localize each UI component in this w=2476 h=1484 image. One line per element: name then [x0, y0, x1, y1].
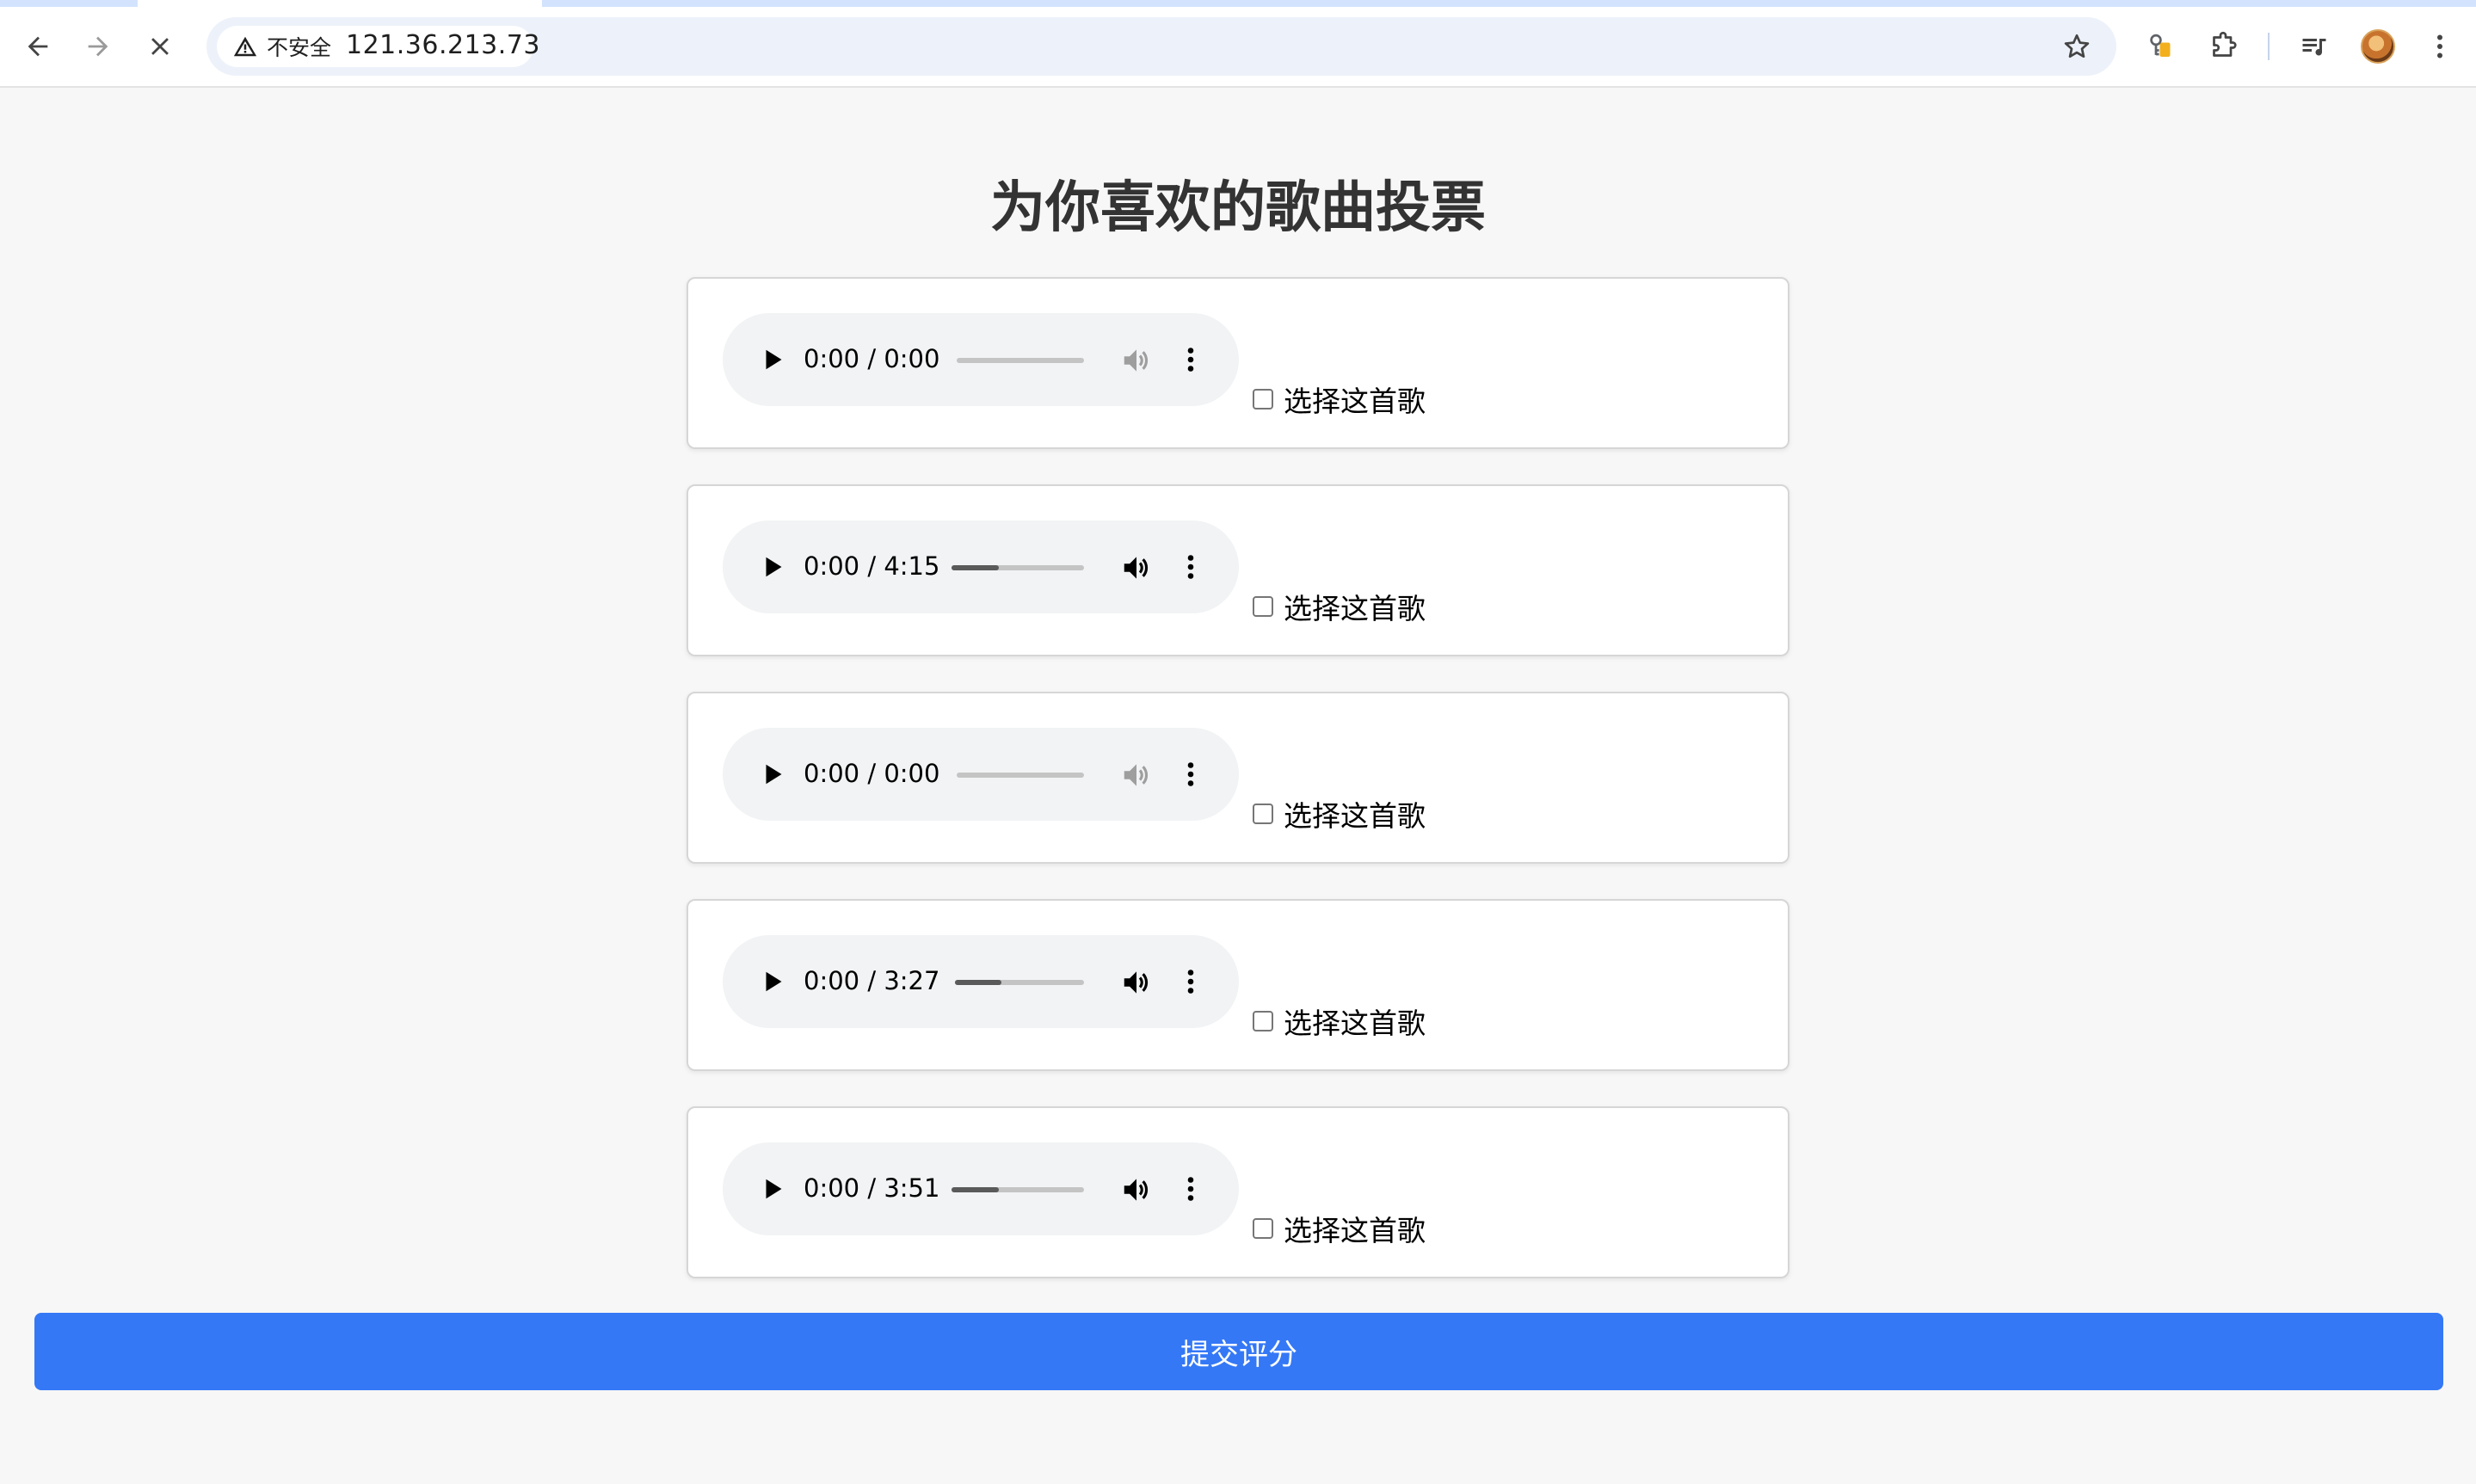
volume-icon[interactable]	[1120, 551, 1153, 584]
submit-button[interactable]: 提交评分	[34, 1313, 2443, 1390]
back-arrow-icon	[28, 36, 48, 57]
select-song-option[interactable]: 选择这首歌	[1253, 586, 1426, 627]
password-key-button[interactable]	[2142, 28, 2180, 65]
song-card: 0:00 / 3:51 选择这首歌	[687, 1106, 1789, 1278]
more-vert-icon[interactable]	[1175, 759, 1206, 790]
select-song-checkbox[interactable]	[1253, 596, 1273, 617]
song-card: 0:00 / 4:15 选择这首歌	[687, 484, 1789, 656]
seek-slider-fill	[952, 1187, 999, 1192]
back-button[interactable]	[19, 28, 57, 65]
puzzle-icon	[2213, 31, 2237, 57]
forward-arrow-icon	[88, 36, 108, 57]
key-icon	[2150, 34, 2171, 57]
select-song-label: 选择这首歌	[1284, 799, 1426, 833]
select-song-checkbox[interactable]	[1253, 1011, 1273, 1031]
select-song-label: 选择这首歌	[1284, 1214, 1426, 1247]
select-song-label: 选择这首歌	[1284, 592, 1426, 625]
tab-strip-edge	[542, 0, 2476, 7]
audio-player[interactable]: 0:00 / 0:00	[723, 313, 1239, 406]
browser-toolbar: 不安全 121.36.213.73	[0, 0, 2476, 88]
media-control-button[interactable]	[2295, 28, 2333, 65]
time-display: 0:00 / 3:51	[804, 1173, 940, 1203]
stop-loading-button[interactable]	[141, 28, 179, 65]
address-bar[interactable]: 不安全 121.36.213.73	[206, 17, 2116, 76]
more-vert-icon[interactable]	[1175, 1173, 1206, 1204]
play-icon[interactable]	[757, 966, 788, 997]
tab-strip-edge	[0, 0, 138, 7]
play-icon[interactable]	[757, 344, 788, 375]
time-display: 0:00 / 0:00	[804, 344, 940, 373]
audio-player[interactable]: 0:00 / 3:27	[723, 935, 1239, 1028]
star-icon[interactable]	[2061, 31, 2092, 62]
select-song-option[interactable]: 选择这首歌	[1253, 379, 1426, 420]
more-vert-icon[interactable]	[1175, 344, 1206, 375]
select-song-label: 选择这首歌	[1284, 385, 1426, 418]
volume-icon[interactable]	[1120, 966, 1153, 999]
seek-slider[interactable]	[957, 773, 1084, 778]
volume-icon[interactable]	[1120, 344, 1153, 377]
more-vert-icon[interactable]	[1175, 551, 1206, 582]
close-icon	[151, 38, 169, 55]
select-song-label: 选择这首歌	[1284, 1007, 1426, 1040]
more-vert-icon[interactable]	[1175, 966, 1206, 997]
time-display: 0:00 / 4:15	[804, 551, 940, 581]
seek-slider[interactable]	[955, 980, 1084, 985]
play-icon[interactable]	[757, 1173, 788, 1204]
song-card: 0:00 / 0:00 选择这首歌	[687, 277, 1789, 449]
extensions-button[interactable]	[2204, 28, 2242, 65]
volume-icon[interactable]	[1120, 759, 1153, 791]
security-label: 不安全	[267, 35, 332, 60]
more-vert-icon	[2437, 34, 2442, 58]
avatar[interactable]	[2361, 29, 2395, 64]
toolbar-separator	[2268, 33, 2270, 60]
page-title: 为你喜欢的歌曲投票	[990, 176, 1486, 240]
time-display: 0:00 / 0:00	[804, 759, 940, 788]
select-song-checkbox[interactable]	[1253, 1218, 1273, 1239]
select-song-option[interactable]: 选择这首歌	[1253, 1001, 1426, 1042]
seek-slider[interactable]	[952, 1187, 1084, 1192]
forward-button[interactable]	[79, 28, 117, 65]
warning-icon	[233, 36, 257, 57]
song-card: 0:00 / 3:27 选择这首歌	[687, 899, 1789, 1071]
audio-player[interactable]: 0:00 / 3:51	[723, 1142, 1239, 1235]
browser-menu-button[interactable]	[2421, 28, 2459, 65]
song-card: 0:00 / 0:00 选择这首歌	[687, 692, 1789, 864]
url-text[interactable]: 121.36.213.73	[346, 30, 540, 60]
volume-icon[interactable]	[1120, 1173, 1153, 1206]
audio-player[interactable]: 0:00 / 4:15	[723, 520, 1239, 613]
seek-slider-fill	[955, 980, 1001, 985]
time-display: 0:00 / 3:27	[804, 966, 940, 995]
audio-player[interactable]: 0:00 / 0:00	[723, 728, 1239, 821]
seek-slider[interactable]	[952, 565, 1084, 570]
select-song-option[interactable]: 选择这首歌	[1253, 1208, 1426, 1249]
play-icon[interactable]	[757, 551, 788, 582]
select-song-checkbox[interactable]	[1253, 389, 1273, 409]
select-song-option[interactable]: 选择这首歌	[1253, 793, 1426, 834]
select-song-checkbox[interactable]	[1253, 804, 1273, 824]
seek-slider[interactable]	[957, 358, 1084, 363]
play-icon[interactable]	[757, 759, 788, 790]
seek-slider-fill	[952, 565, 999, 570]
media-queue-icon	[2302, 39, 2326, 56]
